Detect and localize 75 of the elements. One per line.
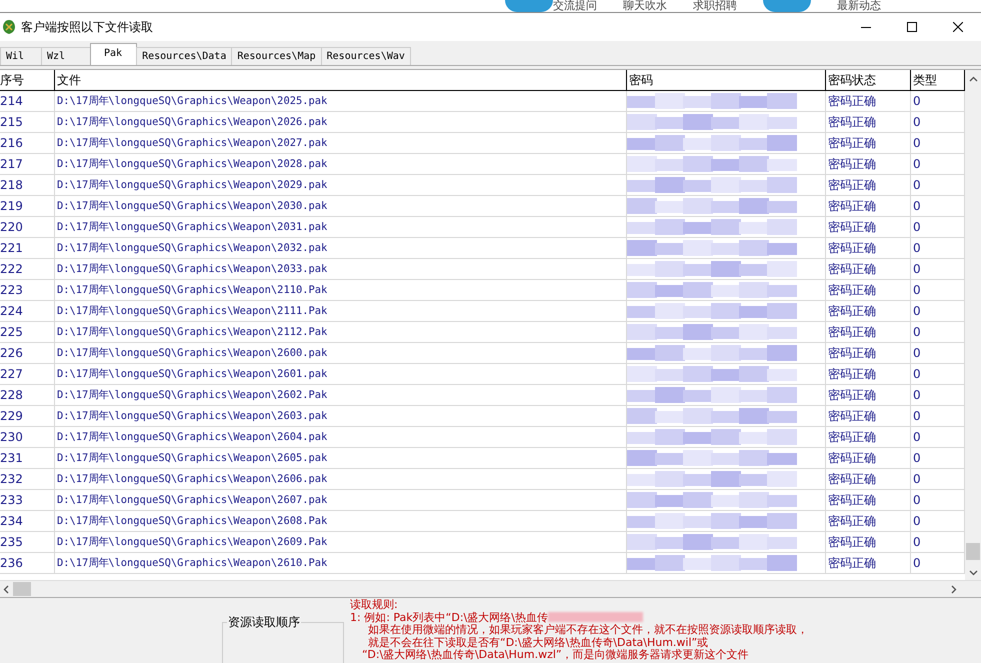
table-cell: 密码正确 — [826, 154, 911, 174]
table-cell: 226 — [0, 343, 55, 363]
table-cell: 228 — [0, 385, 55, 405]
table-cell: 密码正确 — [826, 553, 911, 573]
rule-text: 1: 例如: Pak列表中“D:\盛大网络\热血传 — [350, 610, 548, 624]
table-cell: 225 — [0, 322, 55, 342]
table-cell: 234 — [0, 511, 55, 531]
table-cell: 222 — [0, 259, 55, 279]
table-cell: 220 — [0, 217, 55, 237]
table-cell: 密码正确 — [826, 175, 911, 195]
table-cell: 217 — [0, 154, 55, 174]
table-cell: 密码正确 — [826, 133, 911, 153]
rule-text: 就是不会在往下读取是否有“D:\盛大网络\热血传奇\Data\Hum.wil”或 — [367, 636, 710, 648]
table-cell: 230 — [0, 427, 55, 447]
table-cell: 232 — [0, 469, 55, 489]
table-cell: 229 — [0, 406, 55, 426]
table-cell: 密码正确 — [826, 490, 911, 510]
table-cell: 密码正确 — [826, 238, 911, 258]
table-cell: 216 — [0, 133, 55, 153]
table-cell: 密码正确 — [826, 448, 911, 468]
table-cell: 219 — [0, 196, 55, 216]
table-cell: 密码正确 — [826, 469, 911, 489]
group-title: 资源读取顺序 — [227, 614, 301, 631]
table-cell: 密码正确 — [826, 259, 911, 279]
rules-title: 读取规则: — [350, 599, 399, 612]
table-cell: 密码正确 — [826, 532, 911, 552]
table-cell: 密码正确 — [826, 217, 911, 237]
table-cell: 密码正确 — [826, 511, 911, 531]
table-cell: 223 — [0, 280, 55, 300]
tab[interactable]: Resources\Wav — [320, 47, 411, 65]
table-cell: 密码正确 — [826, 301, 911, 321]
scroll-right-icon[interactable] — [951, 584, 957, 594]
close-icon — [953, 22, 963, 32]
table-cell: 密码正确 — [826, 385, 911, 405]
scroll-down-icon[interactable] — [968, 570, 978, 576]
rule-text: 如果在使用微端的情况，如果玩家客户端不存在这个文件，就不在按照资源读取顺序读取， — [368, 624, 808, 636]
table-cell: 221 — [0, 238, 55, 258]
column-header[interactable]: 密码状态 — [826, 70, 911, 90]
scrollbar-thumb[interactable] — [13, 582, 31, 596]
column-header[interactable]: 密码 — [627, 70, 826, 90]
table-cell: 235 — [0, 532, 55, 552]
scrollbar-thumb[interactable] — [966, 543, 980, 560]
table-cell: 231 — [0, 448, 55, 468]
minimize-icon — [861, 26, 871, 28]
column-header[interactable]: 文件 — [55, 70, 627, 90]
table-cell: 密码正确 — [826, 406, 911, 426]
table-cell: 214 — [0, 91, 55, 111]
window-title: 客户端按照以下文件读取 — [21, 18, 154, 36]
table-cell: 密码正确 — [826, 322, 911, 342]
tab[interactable]: Resources\Data — [136, 47, 232, 65]
table-cell: 224 — [0, 301, 55, 321]
table-cell: 密码正确 — [826, 91, 911, 111]
table-cell: 密码正确 — [826, 112, 911, 132]
scroll-up-icon[interactable] — [968, 76, 978, 82]
nav-link[interactable]: 求职招聘 — [693, 0, 737, 12]
table-cell: 密码正确 — [826, 343, 911, 363]
table-cell: 密码正确 — [826, 280, 911, 300]
scroll-left-icon[interactable] — [3, 584, 9, 594]
column-header[interactable]: 序号 — [0, 70, 55, 90]
nav-link[interactable]: 最新动态 — [837, 0, 881, 12]
table-cell: 227 — [0, 364, 55, 384]
app-icon — [2, 19, 16, 35]
maximize-icon — [907, 22, 917, 32]
table-cell: 236 — [0, 553, 55, 573]
nav-link[interactable]: 交流提问 — [553, 0, 597, 12]
table-cell: 密码正确 — [826, 427, 911, 447]
nav-link[interactable]: 聊天吹水 — [623, 0, 667, 12]
table-cell: 215 — [0, 112, 55, 132]
rule-text: “D:\盛大网络\热血传奇\Data\Hum.wzl”，而是向微端服务器请求更新这个文件 — [361, 649, 750, 662]
tab[interactable]: Pak — [90, 43, 138, 65]
tab[interactable]: Wil — [0, 47, 42, 65]
table-cell: 密码正确 — [826, 364, 911, 384]
table-cell: 218 — [0, 175, 55, 195]
table-cell: 密码正确 — [826, 196, 911, 216]
table-cell: 233 — [0, 490, 55, 510]
